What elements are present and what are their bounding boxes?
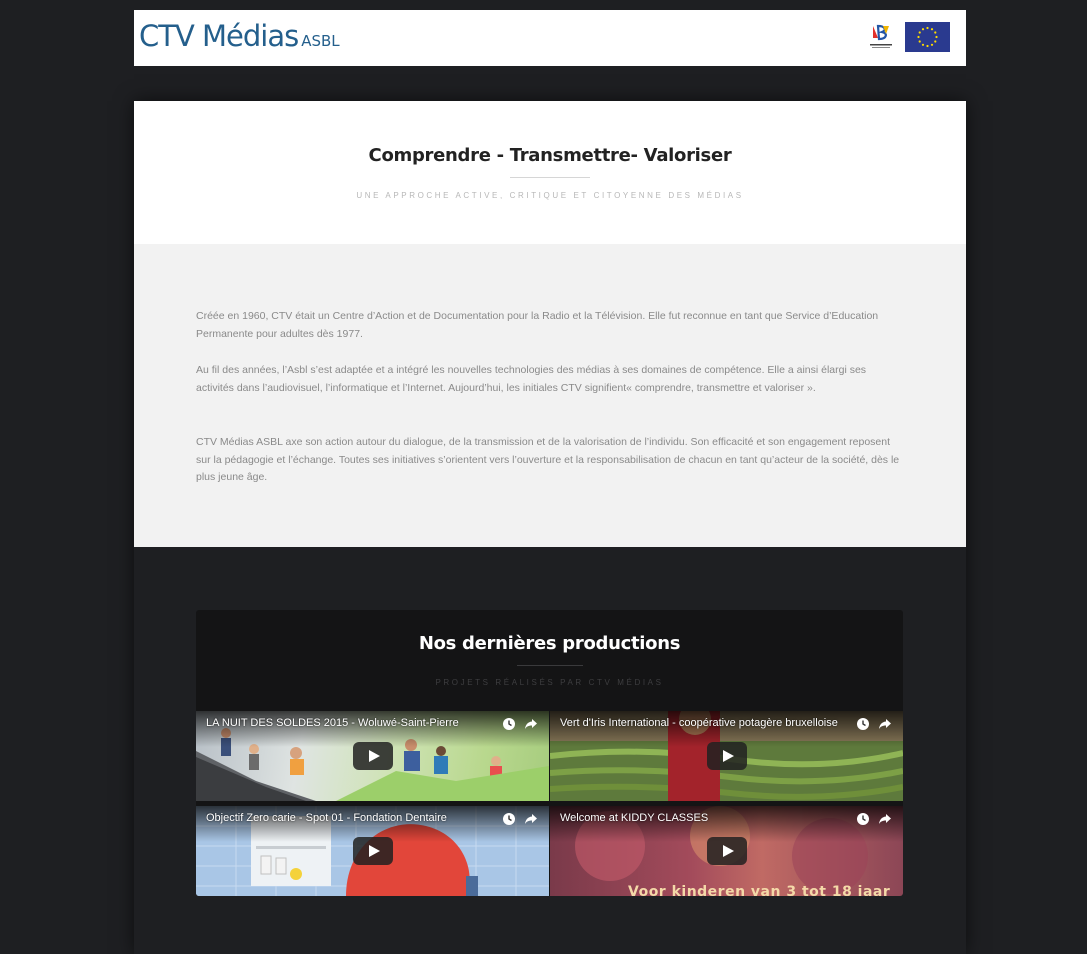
clock-icon[interactable] [502,812,516,826]
ctv-medias-logo[interactable]: CTV Médias ASBL [139,19,340,53]
video-player[interactable]: Welcome at KIDDY CLASSES Voor kinderen v… [550,806,903,896]
about-section: Créée en 1960, CTV était un Centre d’Act… [134,244,966,547]
play-icon[interactable] [352,837,393,865]
about-paragraph: CTV Médias ASBL axe son action autour du… [196,436,900,483]
logo-main-text: CTV Médias [139,19,299,53]
video-player[interactable]: Vert d'Iris International - coopérative … [550,711,903,801]
clock-icon[interactable] [502,717,516,731]
video-player[interactable]: Objectif Zero carie - Spot 01 - Fondatio… [196,806,549,896]
share-icon[interactable] [878,812,892,826]
share-icon[interactable] [878,717,892,731]
federation-wallonie-bruxelles-logo [867,22,895,54]
video-caption-overlay: Voor kinderen van 3 tot 18 jaar [628,884,891,896]
productions-divider [517,665,583,666]
clock-icon[interactable] [856,812,870,826]
hero-divider [510,177,590,178]
hero-title: Comprendre - Transmettre- Valoriser [368,145,732,166]
video-title[interactable]: Objectif Zero carie - Spot 01 - Fondatio… [206,812,491,824]
productions-subtitle: PROJETS RÉALISÉS PAR CTV MÉDIAS [435,678,664,687]
hero-subtitle: UNE APPROCHE ACTIVE, CRITIQUE ET CITOYEN… [356,191,744,200]
play-icon[interactable] [706,742,747,770]
productions-section: Nos dernières productions PROJETS RÉALIS… [196,610,903,896]
logo-sub-text: ASBL [301,32,340,50]
share-icon[interactable] [524,812,538,826]
about-paragraph: Créée en 1960, CTV était un Centre d’Act… [196,310,879,340]
main-content: Comprendre - Transmettre- Valoriser UNE … [134,101,966,954]
video-title[interactable]: Welcome at KIDDY CLASSES [560,812,845,824]
clock-icon[interactable] [856,717,870,731]
play-icon[interactable] [706,837,747,865]
eu-flag-icon [905,22,950,52]
productions-title: Nos dernières productions [418,633,681,654]
site-header: CTV Médias ASBL [134,10,966,66]
share-icon[interactable] [524,717,538,731]
hero-section: Comprendre - Transmettre- Valoriser UNE … [134,101,966,244]
video-title[interactable]: LA NUIT DES SOLDES 2015 - Woluwé-Saint-P… [206,717,491,729]
play-icon[interactable] [352,742,393,770]
video-player[interactable]: LA NUIT DES SOLDES 2015 - Woluwé-Saint-P… [196,711,549,801]
video-title[interactable]: Vert d'Iris International - coopérative … [560,717,845,729]
about-paragraph: Au fil des années, l’Asbl s’est adaptée … [196,364,867,394]
